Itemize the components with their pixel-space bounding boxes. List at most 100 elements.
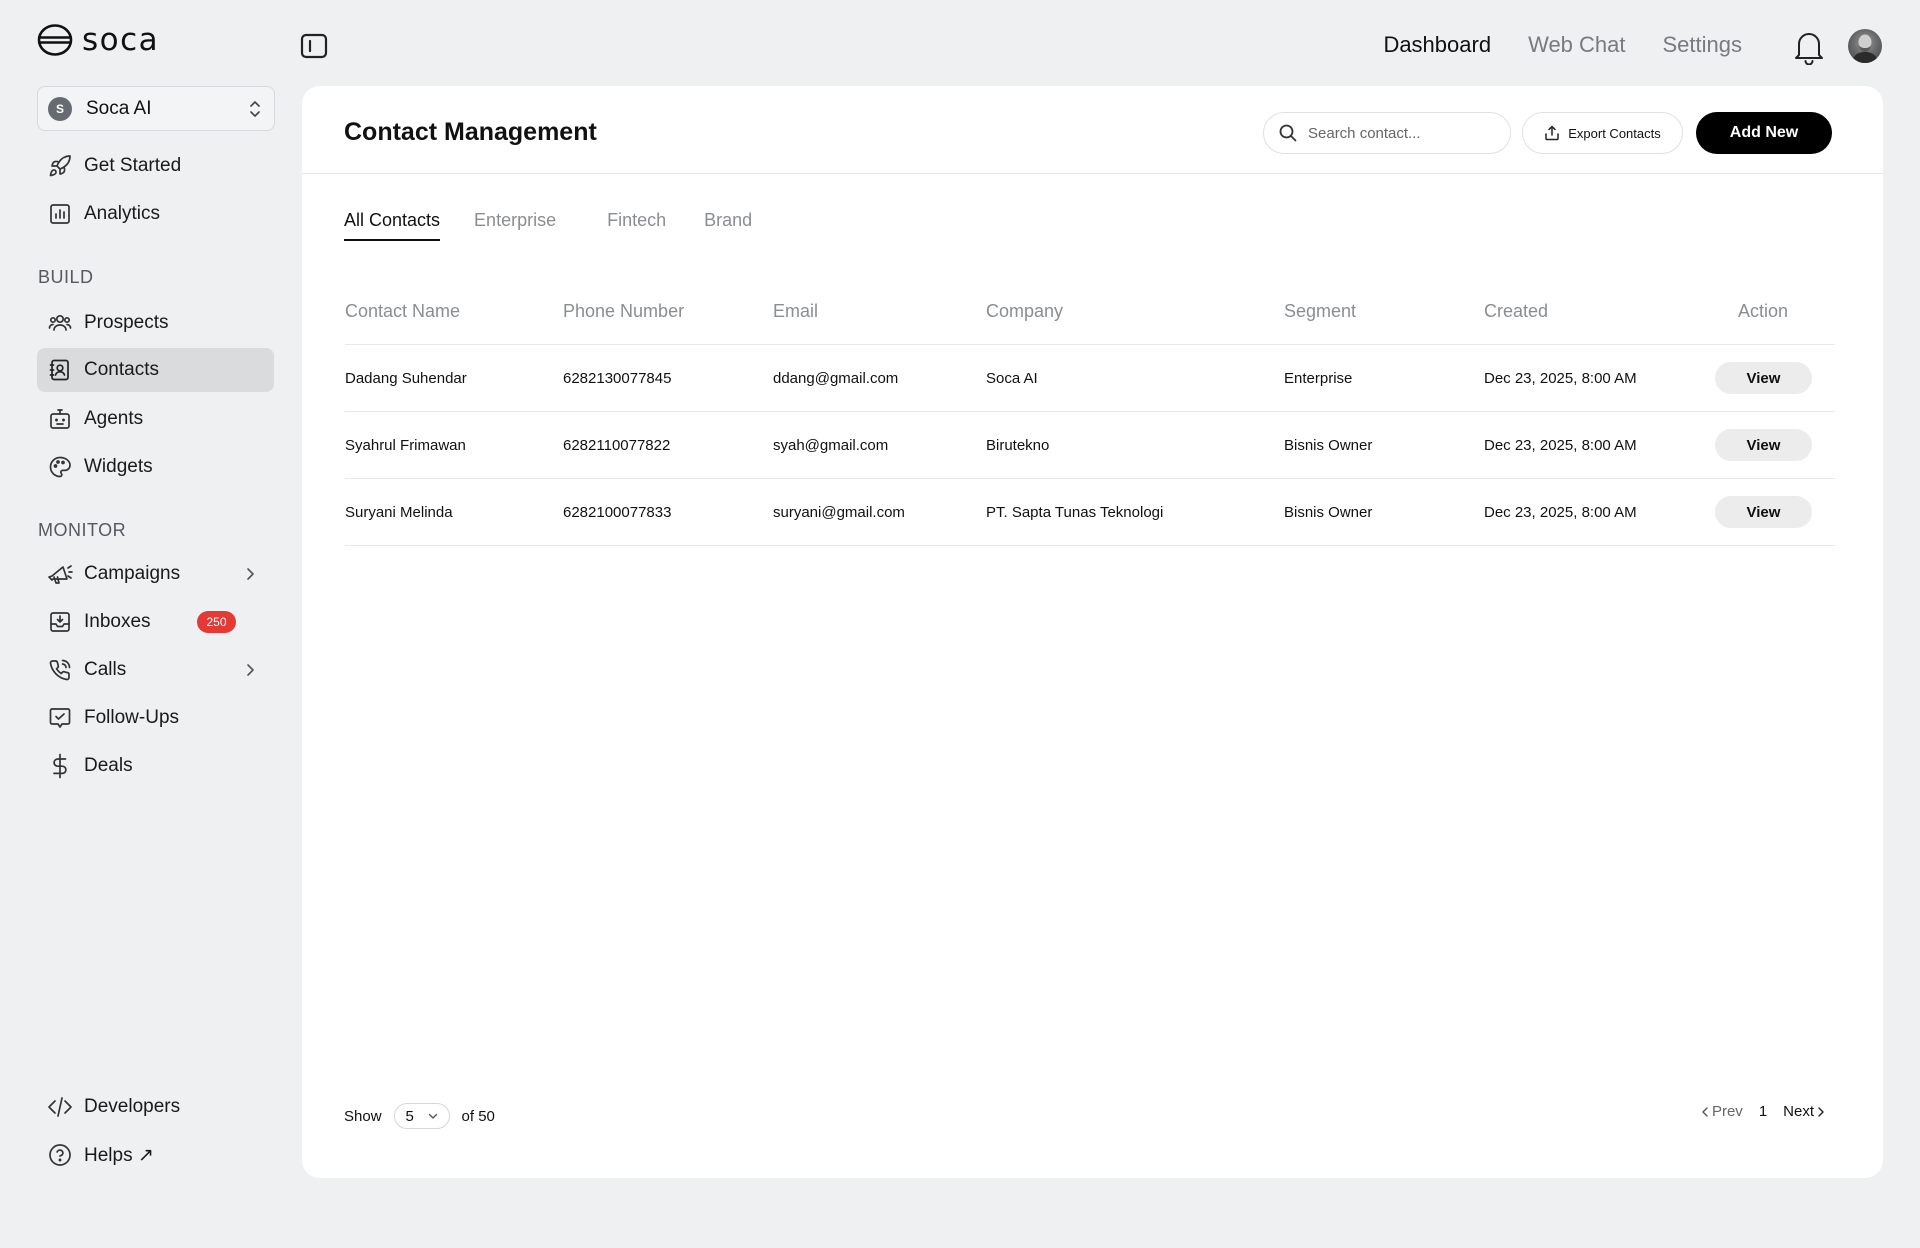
sidebar-item-label: Follow-Ups (84, 707, 180, 728)
search-input[interactable] (1308, 124, 1478, 142)
contact-book-icon (47, 357, 73, 383)
table-row: Syahrul Frimawan 6282110077822 syah@gmai… (345, 412, 1835, 479)
top-nav-dashboard[interactable]: Dashboard (1383, 32, 1491, 58)
chevron-left-icon (1702, 1106, 1708, 1117)
page-title: Contact Management (344, 118, 597, 146)
tab-fintech[interactable]: Fintech (607, 210, 666, 241)
prev-page-button[interactable]: Prev (1701, 1103, 1743, 1120)
code-icon (47, 1094, 73, 1120)
column-header: Phone Number (563, 300, 685, 321)
next-page-button[interactable]: Next (1783, 1103, 1825, 1120)
page-size-select[interactable]: 5 (393, 1103, 450, 1129)
segment-tabs: All Contacts Enterprise Fintech Brand (344, 210, 752, 241)
sidebar-item-label: Prospects (84, 312, 169, 333)
org-switcher[interactable]: S Soca AI (37, 86, 275, 131)
section-label-monitor: MONITOR (38, 520, 127, 540)
current-page[interactable]: 1 (1759, 1103, 1767, 1120)
page-size-value: 5 (405, 1107, 414, 1125)
column-header: Email (773, 300, 819, 321)
users-icon (47, 310, 73, 336)
contact-phone: 6282100077833 (563, 503, 672, 521)
column-header: Contact Name (345, 300, 461, 321)
section-label-build: BUILD (38, 267, 94, 287)
column-header: Segment (1284, 300, 1357, 321)
tab-enterprise[interactable]: Enterprise (474, 210, 556, 241)
contact-phone: 6282110077822 (563, 436, 671, 454)
sidebar-toggle-button[interactable] (300, 33, 328, 59)
contact-name: Suryani Melinda (345, 503, 453, 521)
rocket-icon (47, 153, 73, 179)
megaphone-icon (47, 561, 73, 587)
robot-icon (47, 406, 73, 432)
contact-segment: Enterprise (1284, 369, 1353, 387)
contact-email: suryani@gmail.com (773, 503, 905, 521)
sidebar-item-prospects[interactable]: Prospects (37, 301, 274, 345)
view-button[interactable]: View (1715, 429, 1812, 461)
brand-name: soca (82, 22, 160, 58)
sidebar-item-label: Deals (84, 755, 133, 776)
user-avatar[interactable] (1848, 29, 1882, 63)
sidebar-item-label: Campaigns (84, 563, 181, 584)
top-nav-web-chat[interactable]: Web Chat (1528, 32, 1625, 58)
chevron-right-icon (247, 664, 254, 676)
prev-label: Prev (1711, 1103, 1743, 1120)
sidebar-item-contacts[interactable]: Contacts (37, 348, 274, 392)
search-icon (1279, 124, 1297, 142)
sidebar-item-inboxes[interactable]: Inboxes 250 (37, 600, 274, 644)
chevron-up-down-icon (250, 100, 260, 117)
tab-all-contacts[interactable]: All Contacts (344, 210, 441, 241)
contact-management-card: Contact Management Export Contacts Add N… (302, 86, 1883, 1178)
inbox-count-badge: 250 (197, 611, 236, 633)
sidebar-item-helps[interactable]: Helps ↗ (37, 1133, 274, 1177)
inbox-icon (47, 609, 73, 635)
palette-icon (47, 454, 73, 480)
org-avatar: S (48, 96, 72, 121)
sidebar-item-widgets[interactable]: Widgets (37, 445, 274, 489)
view-button[interactable]: View (1715, 362, 1812, 394)
sidebar-item-label: Agents (84, 408, 144, 429)
tab-brand[interactable]: Brand (704, 210, 752, 241)
contact-email: syah@gmail.com (773, 436, 889, 454)
sidebar-item-analytics[interactable]: Analytics (37, 192, 274, 236)
contact-company: Soca AI (986, 369, 1038, 387)
add-new-button[interactable]: Add New (1696, 112, 1832, 154)
sidebar-item-label: Contacts (84, 359, 159, 380)
column-header: Action (1738, 300, 1789, 321)
contacts-table: Contact Name Phone Number Email Company … (345, 278, 1835, 546)
sidebar-item-label: Helps ↗ (84, 1144, 154, 1166)
sidebar-item-developers[interactable]: Developers (37, 1085, 274, 1129)
sidebar-item-calls[interactable]: Calls (37, 648, 274, 692)
top-nav-settings[interactable]: Settings (1663, 32, 1743, 58)
brand-logo[interactable]: soca (36, 22, 159, 58)
contact-phone: 6282130077845 (563, 369, 672, 387)
contact-company: Birutekno (986, 436, 1050, 454)
contact-segment: Bisnis Owner (1284, 503, 1373, 521)
soca-logo-icon (37, 24, 73, 56)
sidebar-item-deals[interactable]: Deals (37, 744, 274, 788)
contact-segment: Bisnis Owner (1284, 436, 1373, 454)
view-button[interactable]: View (1715, 496, 1812, 528)
total-count-label: of 50 (461, 1107, 495, 1125)
page-size-control: Show 5 of 50 (344, 1103, 495, 1129)
phone-icon (47, 657, 73, 683)
sidebar-item-label: Analytics (84, 203, 161, 224)
bell-icon (1795, 33, 1823, 65)
notifications-button[interactable] (1793, 29, 1825, 65)
upload-icon (1545, 125, 1559, 141)
sidebar-toggle-icon (300, 33, 328, 59)
chevron-down-icon (428, 1113, 438, 1119)
pagination: Prev 1 Next (1701, 1103, 1825, 1120)
chevron-right-icon (1818, 1106, 1824, 1117)
next-label: Next (1783, 1103, 1814, 1120)
contact-created: Dec 23, 2025, 8:00 AM (1484, 436, 1637, 454)
sidebar-item-label: Widgets (84, 456, 153, 477)
dollar-icon (47, 753, 73, 779)
sidebar-item-agents[interactable]: Agents (37, 397, 274, 441)
table-header: Contact Name Phone Number Email Company … (345, 278, 1835, 345)
sidebar-item-follow-ups[interactable]: Follow-Ups (37, 696, 274, 740)
search-box[interactable] (1263, 112, 1511, 154)
sidebar-item-campaigns[interactable]: Campaigns (37, 552, 274, 596)
sidebar-item-get-started[interactable]: Get Started (37, 144, 274, 188)
export-contacts-button[interactable]: Export Contacts (1522, 112, 1683, 154)
sidebar-item-label: Inboxes (84, 611, 151, 632)
